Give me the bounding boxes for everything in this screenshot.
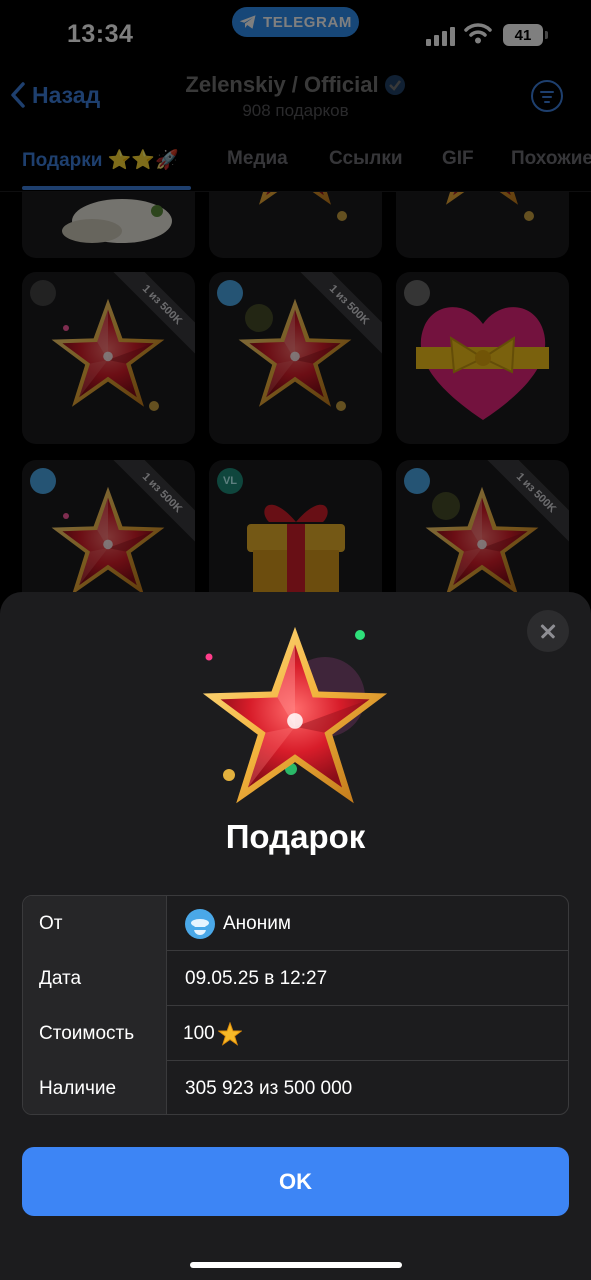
info-row-availability: Наличие 305 923 из 500 000 — [23, 1061, 568, 1114]
gift-details-sheet: Подарок От Аноним Дата 09.05.25 в 12:27 … — [0, 592, 591, 1280]
gift-info-table: От Аноним Дата 09.05.25 в 12:27 Стоимост… — [22, 895, 569, 1115]
anonymous-avatar-icon — [185, 908, 215, 939]
info-key: Наличие — [23, 1061, 167, 1114]
info-value[interactable]: Аноним — [168, 896, 568, 951]
info-key: Стоимость — [23, 1006, 167, 1061]
home-indicator[interactable] — [190, 1262, 402, 1268]
info-row-price: Стоимость 100 — [23, 1006, 568, 1061]
sender-name: Аноним — [223, 913, 291, 934]
info-row-date: Дата 09.05.25 в 12:27 — [23, 951, 568, 1006]
close-icon[interactable] — [527, 610, 569, 652]
info-key: От — [23, 896, 167, 951]
red-star-gift-icon — [202, 626, 388, 804]
price-value: 100 — [183, 1023, 215, 1044]
info-value: 100 — [168, 1006, 568, 1061]
ok-button[interactable]: OK — [22, 1147, 569, 1216]
info-value: 09.05.25 в 12:27 — [185, 968, 328, 989]
info-row-from: От Аноним — [23, 896, 568, 951]
info-value: 305 923 из 500 000 — [185, 1078, 353, 1099]
info-key: Дата — [23, 951, 167, 1006]
gift-title: Подарок — [225, 818, 366, 855]
telegram-star-icon — [217, 1021, 242, 1046]
